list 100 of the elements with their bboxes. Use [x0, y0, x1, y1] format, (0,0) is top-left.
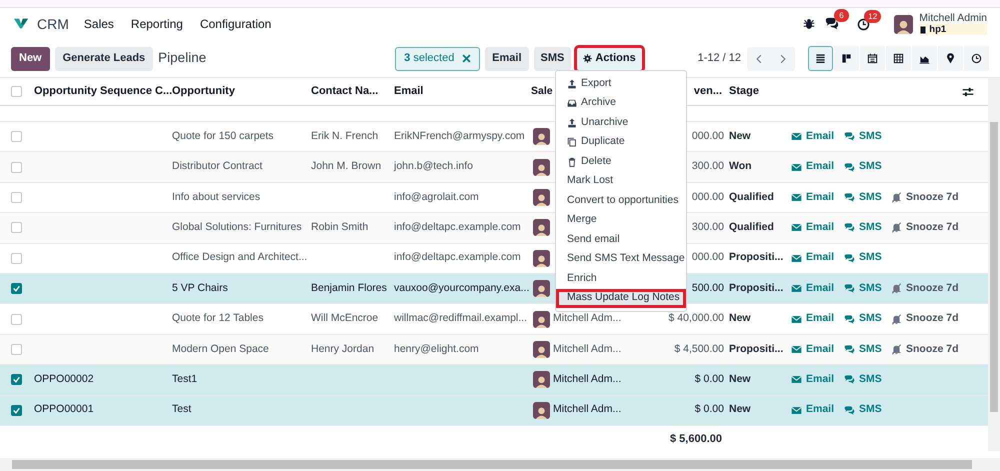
- menu-item[interactable]: Configuration: [200, 15, 272, 33]
- envelope-icon: [791, 283, 802, 294]
- horizontal-scrollbar[interactable]: [0, 458, 1000, 471]
- new-button[interactable]: New: [11, 46, 50, 70]
- menu-item[interactable]: Unarchive: [556, 113, 686, 132]
- menu-item[interactable]: Duplicate: [556, 132, 686, 152]
- view-switch-button[interactable]: [808, 46, 833, 71]
- row-checkbox[interactable]: [11, 222, 22, 234]
- menu-item[interactable]: Mark Lost: [556, 172, 686, 191]
- sms-button[interactable]: SMS: [844, 159, 891, 175]
- sliders-icon: [962, 86, 974, 98]
- menu-item[interactable]: Archive: [556, 94, 686, 113]
- row-checkbox[interactable]: [11, 404, 22, 416]
- menu-item[interactable]: Mass Update Log Notes: [556, 288, 686, 308]
- view-switch-button[interactable]: [834, 46, 859, 71]
- pager-text: 1-12 / 12: [698, 51, 741, 66]
- app-name[interactable]: CRM: [37, 14, 69, 34]
- view-switch-button[interactable]: [860, 46, 885, 71]
- opportunity-cell: Office Design and Architect...: [172, 251, 308, 264]
- view-switch-button[interactable]: [912, 46, 937, 71]
- row-checkbox[interactable]: [11, 344, 22, 355]
- view-switch-button[interactable]: [964, 46, 989, 71]
- view-switch-button[interactable]: [886, 46, 911, 71]
- email-button[interactable]: Email: [791, 372, 844, 388]
- email-button[interactable]: Email: [791, 128, 844, 145]
- row-checkbox[interactable]: [11, 131, 22, 142]
- view-switch-button[interactable]: [938, 46, 963, 71]
- menu-item[interactable]: Send email: [556, 230, 686, 250]
- user-avatar[interactable]: [894, 14, 914, 34]
- action-button[interactable]: SMS: [534, 46, 572, 70]
- email-button[interactable]: Email: [791, 402, 844, 418]
- salesperson-avatar: [533, 310, 550, 328]
- salesperson-avatar: [533, 219, 550, 236]
- optional-columns-button[interactable]: [962, 86, 974, 98]
- row-checkbox[interactable]: [11, 374, 22, 386]
- salesperson-avatar: [533, 280, 550, 298]
- row-checkbox[interactable]: [11, 314, 22, 325]
- email-cell: info@agrolait.com: [394, 190, 479, 203]
- user-name[interactable]: Mitchell Admin: [919, 13, 987, 24]
- sms-button[interactable]: SMS: [844, 128, 891, 145]
- email-button[interactable]: Email: [791, 220, 844, 236]
- sms-button[interactable]: SMS: [844, 342, 891, 358]
- clock-view-icon: [971, 53, 982, 64]
- salesperson-avatar: [533, 340, 550, 358]
- list-view-icon: [815, 53, 826, 64]
- column-header[interactable]: Sale: [531, 84, 553, 97]
- menu-item[interactable]: Send SMS Text Message: [556, 250, 686, 269]
- vertical-scrollbar[interactable]: [988, 78, 1000, 451]
- stage-cell: Propositi...: [729, 282, 784, 294]
- email-button[interactable]: Email: [791, 250, 844, 266]
- opportunity-cell: Distributor Contract: [172, 160, 262, 172]
- sms-button[interactable]: SMS: [844, 311, 891, 327]
- action-button[interactable]: Email: [485, 46, 529, 70]
- clear-selection-button[interactable]: [462, 54, 472, 63]
- row-checkbox[interactable]: [11, 252, 22, 264]
- column-header[interactable]: Opportunity: [172, 85, 235, 98]
- salesperson-cell-text: Mitchell Adm...: [553, 402, 622, 418]
- row-checkbox[interactable]: [11, 162, 22, 173]
- snooze-button[interactable]: Snooze 7d: [891, 311, 959, 327]
- sms-button[interactable]: SMS: [844, 220, 891, 236]
- snooze-button[interactable]: Snooze 7d: [891, 190, 959, 206]
- envelope-icon: [791, 131, 802, 142]
- email-cell: ErikNFrench@armyspy.com: [394, 130, 525, 142]
- email-button[interactable]: Email: [791, 159, 844, 175]
- chat-icon: [844, 162, 855, 173]
- menu-item[interactable]: Export: [556, 74, 686, 94]
- revenue-cell: $ 0.00: [694, 372, 724, 385]
- column-header[interactable]: Opportunity Sequence C...: [34, 85, 172, 98]
- snooze-button[interactable]: Snooze 7d: [891, 220, 959, 236]
- column-header[interactable]: Stage: [729, 85, 759, 98]
- menu-item[interactable]: Delete: [556, 152, 686, 172]
- action-button[interactable]: Actions: [576, 46, 643, 70]
- column-header[interactable]: Email: [394, 85, 424, 98]
- row-checkbox[interactable]: [11, 192, 22, 203]
- email-button[interactable]: Email: [791, 342, 844, 358]
- sms-button[interactable]: SMS: [844, 372, 891, 388]
- envelope-icon: [791, 314, 802, 325]
- email-cell: vauxoo@yourcompany.exa...: [394, 282, 530, 294]
- calendar-view-icon: [867, 53, 878, 64]
- select-all-checkbox[interactable]: [11, 86, 22, 97]
- envelope-icon: [791, 374, 802, 386]
- sms-button[interactable]: SMS: [844, 250, 891, 266]
- menu-item[interactable]: Sales: [84, 15, 114, 33]
- email-button[interactable]: Email: [791, 190, 844, 206]
- row-checkbox[interactable]: [11, 283, 22, 294]
- menu-item[interactable]: Reporting: [130, 15, 183, 33]
- column-header[interactable]: Contact Na...: [311, 85, 378, 98]
- menu-item[interactable]: Merge: [556, 210, 686, 230]
- snooze-button[interactable]: Snooze 7d: [891, 280, 959, 297]
- sms-button[interactable]: SMS: [844, 280, 891, 297]
- email-button[interactable]: Email: [791, 280, 844, 297]
- generate-leads-button[interactable]: Generate Leads: [54, 46, 154, 70]
- menu-item[interactable]: Enrich: [556, 269, 686, 288]
- snooze-button[interactable]: Snooze 7d: [891, 342, 959, 358]
- menu-item[interactable]: Convert to opportunities: [556, 191, 686, 210]
- column-header[interactable]: ven...: [694, 85, 722, 98]
- email-button[interactable]: Email: [791, 311, 844, 327]
- chat-icon: [844, 252, 855, 264]
- sms-button[interactable]: SMS: [844, 190, 891, 206]
- sms-button[interactable]: SMS: [844, 402, 891, 418]
